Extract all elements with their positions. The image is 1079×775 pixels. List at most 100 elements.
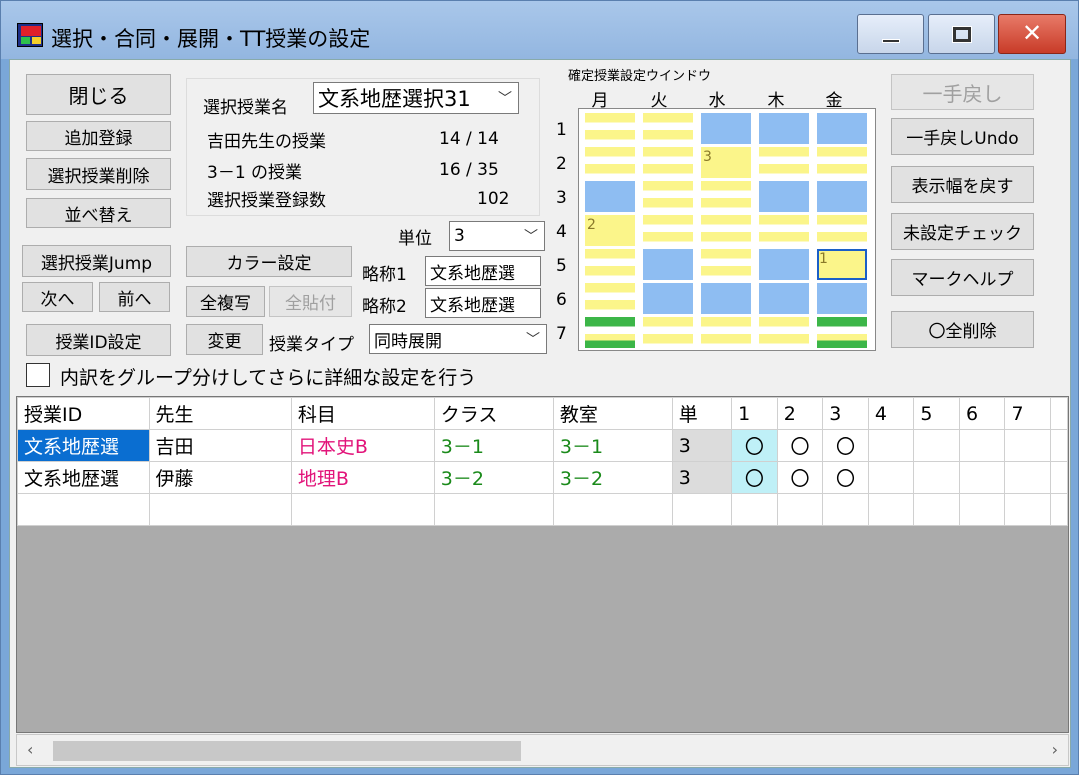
prev-button[interactable]: 前へ xyxy=(99,282,170,312)
table-cell[interactable] xyxy=(913,429,960,462)
grid-cell[interactable] xyxy=(643,249,693,280)
table-cell[interactable] xyxy=(731,493,778,526)
grid-cell[interactable] xyxy=(643,181,693,212)
grid-cell[interactable] xyxy=(585,249,635,280)
column-header[interactable]: 3 xyxy=(822,397,869,430)
grid-cell[interactable] xyxy=(817,181,867,212)
table-cell[interactable] xyxy=(1004,461,1052,494)
class-id-setting-button[interactable]: 授業ID設定 xyxy=(26,324,171,356)
table-cell[interactable] xyxy=(1050,493,1068,526)
table-cell[interactable]: 3－2 xyxy=(552,461,673,494)
column-header[interactable]: 先生 xyxy=(148,397,292,430)
copy-all-button[interactable]: 全複写 xyxy=(186,286,265,317)
table-cell[interactable]: 3－2 xyxy=(433,461,554,494)
table-cell[interactable] xyxy=(913,461,960,494)
change-button[interactable]: 変更 xyxy=(186,324,263,355)
class-type-select[interactable]: 同時展開 ﹀ xyxy=(369,324,547,354)
grid-cell[interactable] xyxy=(701,113,751,144)
grid-cell[interactable] xyxy=(585,113,635,144)
table-cell[interactable] xyxy=(552,493,673,526)
grid-cell[interactable] xyxy=(643,317,693,348)
column-header[interactable]: 授業ID xyxy=(17,397,150,430)
table-cell[interactable] xyxy=(867,493,915,526)
grid-cell[interactable]: 3 xyxy=(701,147,751,178)
undo-button[interactable]: 一手戻し xyxy=(891,74,1034,110)
column-header[interactable]: 科目 xyxy=(290,397,435,430)
table-cell[interactable] xyxy=(913,493,960,526)
grid-cell[interactable] xyxy=(643,113,693,144)
grid-cell[interactable] xyxy=(701,283,751,314)
table-cell[interactable]: 3 xyxy=(671,461,733,494)
table-row-empty[interactable] xyxy=(17,493,1068,526)
grid-cell[interactable] xyxy=(759,181,809,212)
grid-cell[interactable] xyxy=(759,249,809,280)
column-header[interactable]: 7 xyxy=(1004,397,1052,430)
grid-cell[interactable] xyxy=(759,215,809,246)
table-cell[interactable] xyxy=(17,493,150,526)
table-cell[interactable] xyxy=(958,461,1006,494)
grid-cell[interactable] xyxy=(701,249,751,280)
grid-cell[interactable] xyxy=(585,283,635,314)
column-header[interactable]: 単 xyxy=(671,397,733,430)
minimize-button[interactable] xyxy=(857,14,924,54)
unset-check-button[interactable]: 未設定チェック xyxy=(891,213,1034,250)
table-cell[interactable]: 〇 xyxy=(776,429,824,462)
clear-all-marks-button[interactable]: 〇全削除 xyxy=(891,311,1034,348)
grid-cell[interactable] xyxy=(759,147,809,178)
table-cell[interactable]: 文系地歴選 xyxy=(17,429,150,462)
grid-cell[interactable] xyxy=(585,317,635,348)
table-cell[interactable]: 地理B xyxy=(290,461,435,494)
table-cell[interactable] xyxy=(958,493,1006,526)
grid-cell[interactable] xyxy=(643,215,693,246)
table-cell[interactable] xyxy=(867,461,915,494)
table-cell[interactable]: 3－1 xyxy=(433,429,554,462)
selected-class-select[interactable]: 文系地歴選択31 ﹀ xyxy=(313,82,519,114)
group-detail-checkbox[interactable] xyxy=(26,363,50,387)
column-header[interactable]: 2 xyxy=(776,397,824,430)
table-cell[interactable] xyxy=(433,493,554,526)
selection-jump-button[interactable]: 選択授業Jump xyxy=(22,245,171,277)
grid-cell[interactable]: 1 xyxy=(817,249,867,280)
table-cell[interactable]: 〇 xyxy=(776,461,824,494)
color-setting-button[interactable]: カラー設定 xyxy=(186,246,352,277)
table-row[interactable]: 文系地歴選 伊藤 地理B 3－2 3－2 3 〇〇〇 xyxy=(17,461,1068,494)
scrollbar-thumb[interactable] xyxy=(53,741,521,761)
table-cell[interactable] xyxy=(958,429,1006,462)
table-cell[interactable]: 〇 xyxy=(731,461,778,494)
grid-cell[interactable] xyxy=(701,317,751,348)
grid-cell[interactable] xyxy=(817,147,867,178)
table-row[interactable]: 文系地歴選 吉田 日本史B 3－1 3－1 3 〇〇〇 xyxy=(17,429,1068,462)
table-cell[interactable] xyxy=(867,429,915,462)
scroll-left-icon[interactable]: ‹ xyxy=(27,740,33,759)
grid-cell[interactable] xyxy=(817,283,867,314)
table-cell[interactable] xyxy=(1004,493,1052,526)
column-header[interactable]: 教室 xyxy=(552,397,673,430)
table-cell[interactable]: 伊藤 xyxy=(148,461,292,494)
grid-cell[interactable] xyxy=(759,113,809,144)
horizontal-scrollbar[interactable]: ‹ › xyxy=(16,734,1069,766)
grid-cell[interactable] xyxy=(817,317,867,348)
reset-width-button[interactable]: 表示幅を戻す xyxy=(891,166,1034,203)
mark-help-button[interactable]: マークヘルプ xyxy=(891,259,1034,296)
scroll-right-icon[interactable]: › xyxy=(1052,740,1058,759)
table-cell[interactable] xyxy=(776,493,824,526)
close-window-button[interactable]: ✕ xyxy=(998,14,1066,54)
unit-select[interactable]: 3 ﹀ xyxy=(449,221,545,251)
grid-cell[interactable] xyxy=(817,215,867,246)
grid-cell[interactable] xyxy=(817,113,867,144)
delete-selection-button[interactable]: 選択授業削除 xyxy=(26,158,171,190)
column-header[interactable]: 4 xyxy=(867,397,915,430)
column-header[interactable]: 1 xyxy=(731,397,778,430)
maximize-button[interactable] xyxy=(928,14,995,54)
table-cell[interactable]: 〇 xyxy=(731,429,778,462)
table-cell[interactable]: 3 xyxy=(671,429,733,462)
table-cell[interactable] xyxy=(148,493,292,526)
column-header[interactable]: 5 xyxy=(913,397,960,430)
column-header[interactable]: 6 xyxy=(958,397,1006,430)
grid-cell[interactable] xyxy=(643,283,693,314)
abbr1-input[interactable]: 文系地歴選 xyxy=(425,256,541,286)
redo-button[interactable]: 一手戻しUndo xyxy=(891,118,1034,155)
paste-all-button[interactable]: 全貼付 xyxy=(269,286,352,317)
abbr2-input[interactable]: 文系地歴選 xyxy=(425,288,541,318)
timetable-grid[interactable]: 3 2 1 xyxy=(578,108,876,351)
